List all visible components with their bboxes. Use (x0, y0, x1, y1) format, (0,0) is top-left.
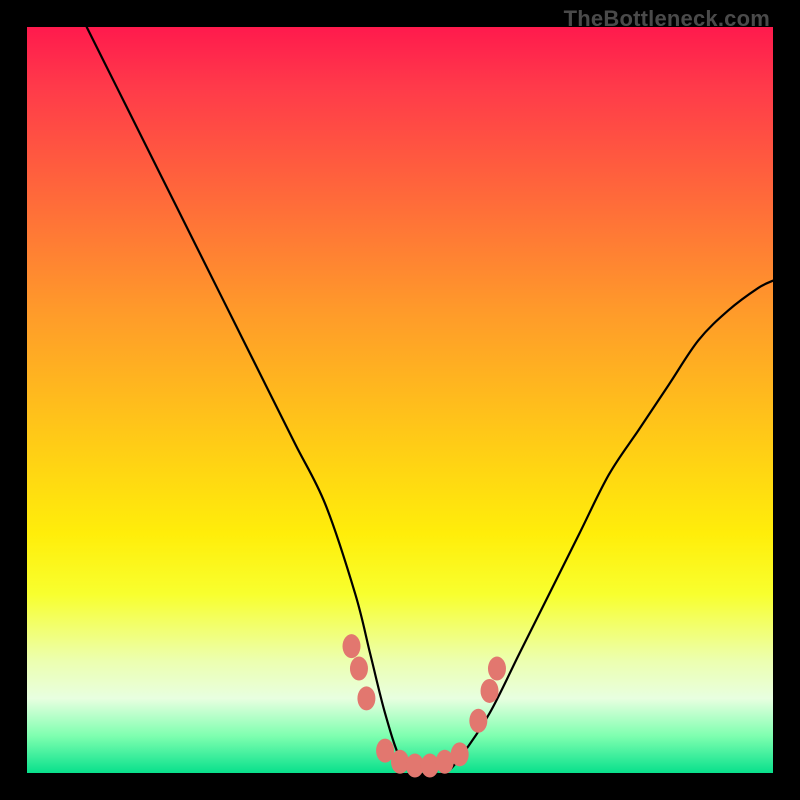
scatter-dot (391, 750, 409, 774)
bottleneck-curve (87, 27, 773, 774)
scatter-dot (488, 657, 506, 681)
chart-frame: TheBottleneck.com (0, 0, 800, 800)
scatter-dot (481, 679, 499, 703)
watermark-text: TheBottleneck.com (564, 6, 770, 32)
scatter-dot (343, 634, 361, 658)
scatter-points (343, 634, 506, 777)
scatter-dot (469, 709, 487, 733)
chart-svg (27, 27, 773, 773)
plot-area (27, 27, 773, 773)
scatter-dot (357, 686, 375, 710)
scatter-dot (451, 742, 469, 766)
scatter-dot (350, 657, 368, 681)
scatter-dot (421, 754, 439, 778)
